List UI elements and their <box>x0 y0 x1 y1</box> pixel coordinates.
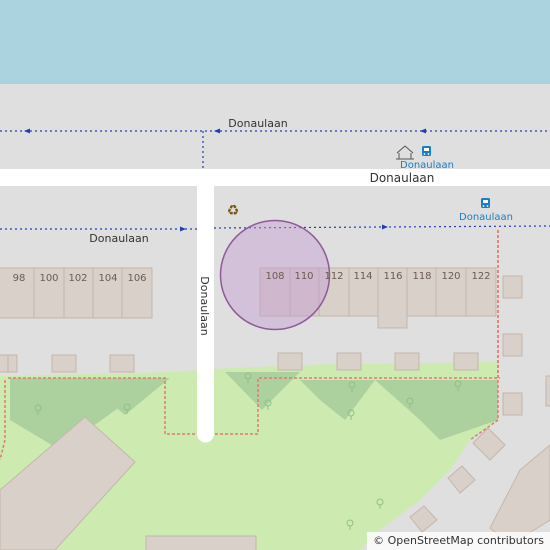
house-number: 112 <box>324 271 343 282</box>
bus-stop-icon[interactable] <box>422 146 431 156</box>
house-number: 120 <box>441 271 460 282</box>
street-label-left-path: Donaulaan <box>89 232 148 245</box>
bus-stop-icon[interactable] <box>481 198 490 208</box>
house-number: 100 <box>39 273 58 284</box>
street-label-vertical-road: Donaulaan <box>198 276 211 335</box>
road-end <box>197 425 214 443</box>
bus-stop-label: Donaulaan <box>459 212 513 223</box>
main-road <box>0 169 550 186</box>
street-label-top-path: Donaulaan <box>228 117 287 130</box>
house-number: 110 <box>294 271 313 282</box>
house-number: 106 <box>127 273 146 284</box>
house-number: 102 <box>68 273 87 284</box>
house-number: 108 <box>265 271 284 282</box>
bus-stop-label: Donaulaan <box>400 160 454 171</box>
map-attribution: © OpenStreetMap contributors <box>367 532 550 550</box>
attribution-link[interactable]: OpenStreetMap contributors <box>388 534 544 547</box>
water-area <box>0 0 550 84</box>
recycling-icon[interactable]: ♻ <box>227 203 240 219</box>
house-number: 116 <box>383 271 402 282</box>
street-label-main-road: Donaulaan <box>370 171 435 185</box>
house-number: 98 <box>13 273 26 284</box>
map-canvas[interactable]: 98 100 102 104 106 108 110 112 114 116 1… <box>0 0 550 550</box>
house-number: 104 <box>98 273 117 284</box>
house-number: 114 <box>353 271 372 282</box>
copyright-symbol: © <box>373 534 385 547</box>
house-number: 118 <box>412 271 431 282</box>
house-number: 122 <box>471 271 490 282</box>
